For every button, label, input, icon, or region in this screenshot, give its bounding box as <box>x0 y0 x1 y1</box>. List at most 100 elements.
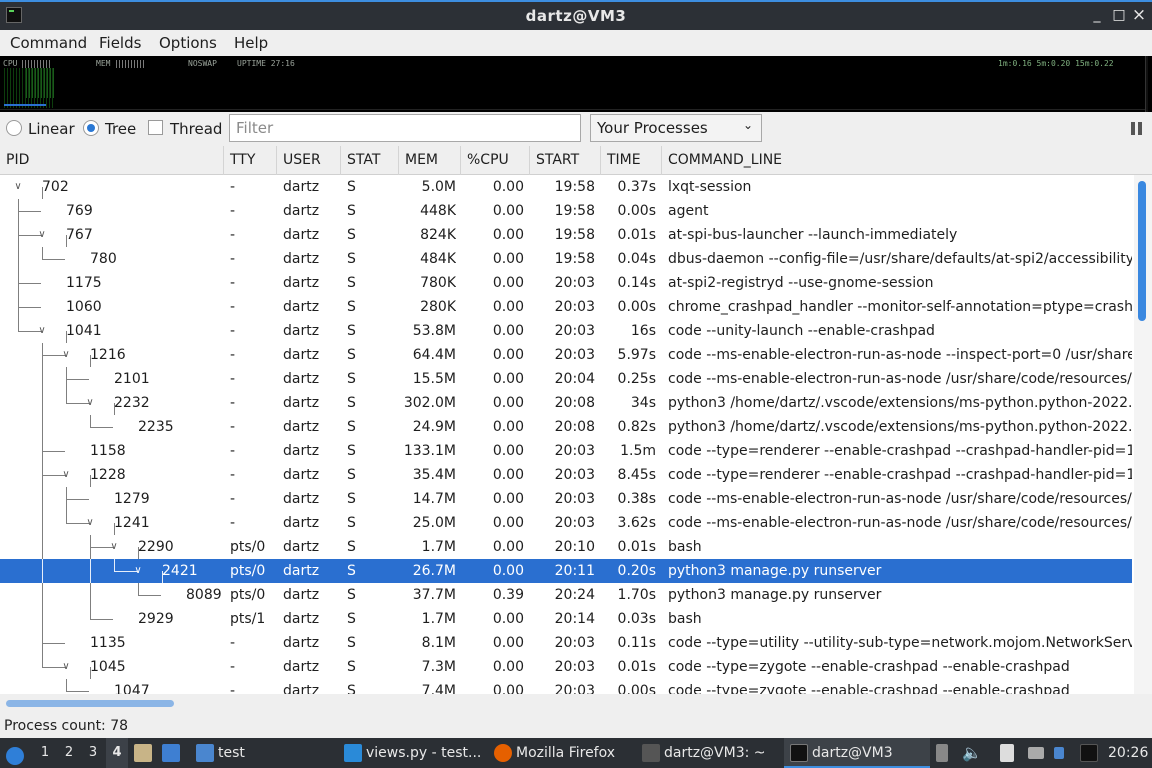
show-desktop-icon[interactable] <box>162 738 184 768</box>
task-terminal[interactable]: dartz@VM3: ~ <box>636 738 782 768</box>
workspace-2[interactable]: 2 <box>58 738 80 768</box>
cpu-cell: 0.00 <box>492 539 524 555</box>
task-test[interactable]: test <box>190 738 336 768</box>
expand-chevron-icon[interactable]: ∨ <box>60 655 72 679</box>
close-button[interactable]: × <box>1130 6 1148 24</box>
column-user[interactable]: USER <box>277 146 341 175</box>
horizontal-scrollbar[interactable] <box>0 694 1152 712</box>
process-row[interactable]: 1060 - dartz S 280K 0.00 20:03 0.00s chrome_cras… <box>0 295 1132 319</box>
mem-cell: 133.1M <box>403 443 456 459</box>
column-stat[interactable]: STAT <box>341 146 399 175</box>
process-row[interactable]: 2235 - dartz S 24.9M 0.00 20:08 0.82s python3 /h… <box>0 415 1132 439</box>
workspace-3[interactable]: 3 <box>82 738 104 768</box>
maximize-button[interactable]: □ <box>1110 6 1128 24</box>
user-cell: dartz <box>283 179 320 195</box>
pid-text: 767 <box>66 227 93 243</box>
process-scope-select[interactable]: Your Processes ⌄ <box>590 114 762 142</box>
column-pid[interactable]: PID <box>0 146 224 175</box>
volume-icon[interactable]: 🔈 <box>962 738 982 768</box>
task-vscode[interactable]: views.py - test... <box>338 738 486 768</box>
menu-command[interactable]: Command <box>10 34 87 52</box>
process-row[interactable]: ∨ 702 - dartz S 5.0M 0.00 19:58 0.37s lxqt-sessio… <box>0 175 1132 199</box>
time-cell: 0.04s <box>617 251 656 267</box>
menu-options[interactable]: Options <box>159 34 217 52</box>
horizontal-scrollbar-thumb[interactable] <box>6 700 174 707</box>
menu-help[interactable]: Help <box>234 34 268 52</box>
file-manager-launcher-icon[interactable] <box>134 738 154 768</box>
minimize-button[interactable]: _ <box>1088 6 1106 24</box>
process-row[interactable]: 2929 pts/1 dartz S 1.7M 0.00 20:14 0.03s bash <box>0 607 1132 631</box>
process-row[interactable]: ∨ 2232 - dartz S 302.0M 0.00 20:08 34s python3 /h… <box>0 391 1132 415</box>
task-qps[interactable]: dartz@VM3 <box>784 738 930 768</box>
notification-icon[interactable] <box>1054 738 1070 768</box>
process-row[interactable]: ∨ 1045 - dartz S 7.3M 0.00 20:03 0.01s code --typ… <box>0 655 1132 679</box>
clipboard-icon[interactable] <box>1000 738 1020 768</box>
process-row[interactable]: ∨ 1228 - dartz S 35.4M 0.00 20:03 8.45s code --ty… <box>0 463 1132 487</box>
workspace-1[interactable]: 1 <box>34 738 56 768</box>
thread-checkbox[interactable] <box>148 120 163 135</box>
process-row[interactable]: 8089 pts/0 dartz S 37.7M 0.39 20:24 1.70s python… <box>0 583 1132 607</box>
process-row[interactable]: 780 - dartz S 484K 0.00 19:58 0.04s dbus-daemon … <box>0 247 1132 271</box>
process-row[interactable]: ∨ 1216 - dartz S 64.4M 0.00 20:03 5.97s code --ms… <box>0 343 1132 367</box>
tree-line <box>42 247 43 259</box>
tree-radio[interactable] <box>83 120 99 136</box>
thread-label[interactable]: Thread <box>170 120 222 138</box>
process-row[interactable]: 1175 - dartz S 780K 0.00 20:03 0.14s at-spi2-reg… <box>0 271 1132 295</box>
linear-label[interactable]: Linear <box>28 120 75 138</box>
expand-chevron-icon[interactable]: ∨ <box>12 175 24 199</box>
pause-icon[interactable] <box>1131 122 1143 135</box>
time-cell: 0.00s <box>617 203 656 219</box>
column-start[interactable]: START <box>530 146 601 175</box>
cpu-monitor-icon[interactable] <box>1080 738 1102 768</box>
process-row[interactable]: ∨ 1041 - dartz S 53.8M 0.00 20:03 16s code --unit… <box>0 319 1132 343</box>
column-time[interactable]: TIME <box>601 146 662 175</box>
pid-cell: 780 <box>0 247 222 271</box>
app-menu-icon[interactable] <box>6 738 28 768</box>
user-cell: dartz <box>283 275 320 291</box>
expand-chevron-icon[interactable]: ∨ <box>36 223 48 247</box>
menu-fields[interactable]: Fields <box>99 34 141 52</box>
window-titlebar[interactable]: dartz@VM3 _ □ × <box>0 0 1152 30</box>
expand-chevron-icon[interactable]: ∨ <box>108 535 120 559</box>
pid-text: 780 <box>90 251 117 267</box>
meter-scrollbar[interactable] <box>1145 56 1148 112</box>
mem-cell: 1.7M <box>421 611 456 627</box>
process-row[interactable]: 2101 - dartz S 15.5M 0.00 20:04 0.25s code --ms-… <box>0 367 1132 391</box>
start-cell: 20:08 <box>554 419 595 435</box>
tree-line <box>66 391 67 403</box>
column-cpu[interactable]: %CPU <box>461 146 530 175</box>
expand-chevron-icon[interactable]: ∨ <box>60 463 72 487</box>
process-row[interactable]: ∨ 2421 pts/0 dartz S 26.7M 0.00 20:11 0.20s pytho… <box>0 559 1132 583</box>
expand-chevron-icon[interactable]: ∨ <box>84 391 96 415</box>
column-command-line[interactable]: COMMAND_LINE <box>662 146 1152 175</box>
time-cell: 0.25s <box>617 371 656 387</box>
process-row[interactable]: ∨ 2290 pts/0 dartz S 1.7M 0.00 20:10 0.01s bash <box>0 535 1132 559</box>
process-row[interactable]: 1047 - dartz S 7.4M 0.00 20:03 0.00s code --type… <box>0 679 1132 694</box>
task-firefox[interactable]: Mozilla Firefox <box>488 738 634 768</box>
column-mem[interactable]: MEM <box>399 146 461 175</box>
process-row[interactable]: 1135 - dartz S 8.1M 0.00 20:03 0.11s code --type… <box>0 631 1132 655</box>
expand-chevron-icon[interactable]: ∨ <box>84 511 96 535</box>
filter-input[interactable] <box>229 114 581 142</box>
user-cell: dartz <box>283 299 320 315</box>
toolbar: Linear Tree Thread Your Processes ⌄ <box>0 112 1152 146</box>
removable-media-icon[interactable] <box>936 738 954 768</box>
column-tty[interactable]: TTY <box>224 146 277 175</box>
process-row[interactable]: ∨ 767 - dartz S 824K 0.00 19:58 0.01s at-spi-bus-… <box>0 223 1132 247</box>
process-row[interactable]: 769 - dartz S 448K 0.00 19:58 0.00s agent <box>0 199 1132 223</box>
workspace-4[interactable]: 4 <box>106 738 128 768</box>
linear-radio[interactable] <box>6 120 22 136</box>
expand-chevron-icon[interactable]: ∨ <box>36 319 48 343</box>
vertical-scrollbar[interactable] <box>1134 175 1152 694</box>
clock[interactable]: 20:26 <box>1108 738 1148 768</box>
process-row[interactable]: ∨ 1241 - dartz S 25.0M 0.00 20:03 3.62s code --ms… <box>0 511 1132 535</box>
process-row[interactable]: 1158 - dartz S 133.1M 0.00 20:03 1.5m code --typ… <box>0 439 1132 463</box>
network-icon[interactable] <box>1028 738 1048 768</box>
expand-chevron-icon[interactable]: ∨ <box>132 559 144 583</box>
expand-chevron-icon[interactable]: ∨ <box>60 343 72 367</box>
vertical-scrollbar-thumb[interactable] <box>1138 181 1146 321</box>
mem-cell: 280K <box>420 299 456 315</box>
tree-label[interactable]: Tree <box>105 120 136 138</box>
command-cell: python3 manage.py runserver <box>668 587 882 603</box>
process-row[interactable]: 1279 - dartz S 14.7M 0.00 20:03 0.38s code --ms-… <box>0 487 1132 511</box>
